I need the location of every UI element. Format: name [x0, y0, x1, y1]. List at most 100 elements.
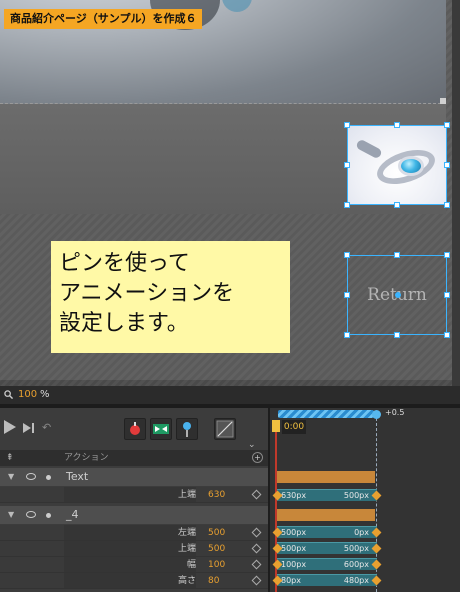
property-row[interactable]: 幅 100 — [0, 557, 268, 573]
pin-icon — [183, 422, 191, 437]
keyframe-toggle-icon[interactable] — [251, 559, 262, 570]
resize-handle[interactable] — [394, 202, 400, 208]
transition-bar[interactable]: 100px 600px — [277, 558, 377, 570]
property-row[interactable]: 左端 500 — [0, 525, 268, 541]
keyframe-toggle-icon[interactable] — [251, 527, 262, 538]
property-value[interactable]: 630 — [208, 487, 225, 503]
layer-row-4[interactable]: ▼ _4 — [0, 506, 268, 524]
fit-button[interactable] — [150, 418, 172, 440]
transition-end: 0px — [354, 528, 369, 537]
transition-end: 500px — [343, 544, 369, 553]
property-value[interactable]: 500 — [208, 525, 225, 541]
timeline-panel: ↶ ⌄ ⇞ アクション + ▼ Text 上端 630 ▼ _4 左端 500 … — [0, 408, 460, 592]
property-value[interactable]: 100 — [208, 557, 225, 573]
keyframe-toggle-icon[interactable] — [251, 543, 262, 554]
layer-row-text[interactable]: ▼ Text — [0, 468, 268, 486]
transition-bar[interactable]: 80px 480px — [277, 574, 377, 586]
resize-handle[interactable] — [394, 332, 400, 338]
property-row[interactable]: 上端 630 — [0, 487, 268, 503]
transition-start: 100px — [281, 560, 307, 569]
transition-end: 500px — [343, 491, 369, 500]
ring-arm-shape — [355, 138, 383, 160]
resize-handle[interactable] — [394, 122, 400, 128]
layer-track-bar[interactable] — [277, 509, 375, 521]
eye-icon[interactable] — [26, 473, 36, 480]
eye-icon[interactable] — [26, 511, 36, 518]
property-value[interactable]: 80 — [208, 573, 219, 589]
resize-handle[interactable] — [344, 122, 350, 128]
layer-name: Text — [66, 470, 89, 483]
timeline-ruler[interactable] — [278, 410, 374, 418]
resize-handle[interactable] — [444, 252, 450, 258]
pin-button[interactable] — [176, 418, 198, 440]
playhead-handle[interactable] — [272, 420, 280, 432]
zoom-bar: 100 % — [0, 386, 460, 404]
ring-gem-shape — [398, 156, 424, 176]
keyframe-toggle-icon[interactable] — [251, 489, 262, 500]
hero-gem-shape — [222, 0, 252, 12]
property-row[interactable]: 高さ 80 — [0, 573, 268, 589]
ease-icon — [216, 420, 234, 438]
resize-handle[interactable] — [344, 292, 350, 298]
record-button[interactable] — [124, 418, 146, 440]
lock-dot-icon[interactable] — [46, 475, 51, 480]
resize-handle[interactable] — [344, 162, 350, 168]
transition-bar[interactable]: 630px 500px — [277, 489, 377, 501]
resize-handle[interactable] — [444, 202, 450, 208]
callout-text[interactable]: ピンを使って アニメーションを 設定します。 — [51, 241, 290, 353]
transition-start: 630px — [281, 491, 307, 500]
pin-point[interactable] — [395, 292, 401, 298]
resize-handle[interactable] — [444, 122, 450, 128]
record-icon — [130, 422, 140, 435]
ruler-label: +0.5 — [385, 408, 405, 417]
transition-end: 480px — [343, 576, 369, 585]
layer-name: _4 — [66, 508, 79, 521]
undo-icon[interactable]: ↶ — [42, 422, 54, 434]
expand-arrow-icon[interactable]: ▼ — [8, 506, 14, 524]
ring-image — [348, 126, 446, 204]
property-label: 上端 — [64, 541, 196, 556]
keyframe-toggle-icon[interactable] — [251, 575, 262, 586]
ring-image-element[interactable] — [344, 122, 450, 208]
add-property-icon[interactable]: + — [252, 452, 263, 463]
zoom-icon[interactable] — [4, 390, 13, 399]
stage-scrollbar[interactable] — [452, 0, 460, 386]
chevron-down-icon[interactable]: ⌄ — [248, 440, 256, 450]
collapse-all-icon[interactable]: ⇞ — [6, 452, 14, 464]
timeline-properties: ↶ ⌄ ⇞ アクション + ▼ Text 上端 630 ▼ _4 左端 500 … — [0, 408, 268, 592]
lock-dot-icon[interactable] — [46, 513, 51, 518]
properties-header: ⇞ アクション + — [0, 450, 268, 466]
zoom-value[interactable]: 100 — [18, 386, 37, 404]
transition-start: 80px — [281, 576, 301, 585]
play-icon[interactable] — [4, 420, 16, 434]
transition-start: 500px — [281, 544, 307, 553]
title-badge: 商品紹介ページ（サンプル）を作成６ — [4, 9, 203, 29]
current-time: 0:00 — [282, 420, 306, 434]
property-label: 高さ — [64, 573, 196, 588]
fit-icon — [153, 424, 169, 434]
resize-handle[interactable] — [444, 292, 450, 298]
ease-button[interactable] — [214, 418, 236, 440]
step-forward-icon[interactable] — [22, 422, 36, 434]
return-button-element[interactable]: Return — [344, 252, 450, 338]
resize-handle[interactable] — [394, 252, 400, 258]
resize-handle[interactable] — [344, 252, 350, 258]
transition-bar[interactable]: 500px 500px — [277, 542, 377, 554]
resize-handle[interactable] — [444, 332, 450, 338]
resize-handle[interactable] — [344, 202, 350, 208]
transition-start: 500px — [281, 528, 307, 537]
expand-arrow-icon[interactable]: ▼ — [8, 468, 14, 486]
pin-handle-icon[interactable] — [372, 410, 381, 419]
property-label: 上端 — [64, 487, 196, 502]
resize-handle[interactable] — [344, 332, 350, 338]
property-label: 左端 — [64, 525, 196, 540]
stage-canvas[interactable]: 商品紹介ページ（サンプル）を作成６ ピンを使って アニメーションを 設定します。… — [0, 0, 460, 386]
property-row[interactable]: 上端 500 — [0, 541, 268, 557]
property-label: 幅 — [64, 557, 196, 572]
action-column-label: アクション — [64, 453, 109, 463]
zoom-unit: % — [40, 389, 50, 400]
property-value[interactable]: 500 — [208, 541, 225, 557]
layer-track-bar[interactable] — [277, 471, 375, 483]
transition-bar[interactable]: 500px 0px — [277, 526, 377, 538]
resize-handle[interactable] — [444, 162, 450, 168]
